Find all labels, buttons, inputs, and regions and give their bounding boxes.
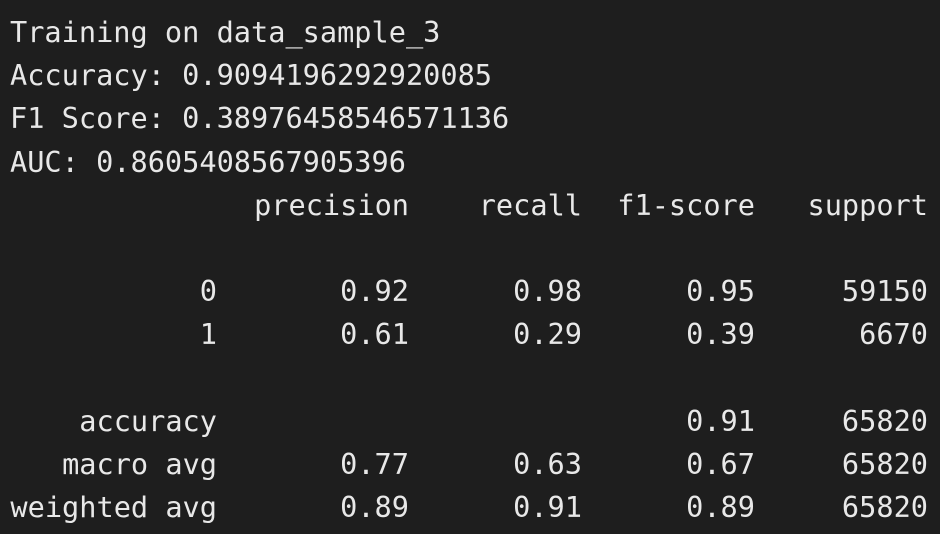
header-precision: precision	[254, 188, 409, 222]
summary-row-weighted-avg: weighted avg 0.89 0.91 0.89 65820	[0, 486, 940, 529]
table-row: 0 0.92 0.98 0.95 59150	[0, 270, 940, 313]
row-support: 65820	[841, 447, 928, 481]
row-f1-score: 0.95	[686, 274, 755, 308]
row-precision: 0.92	[340, 274, 409, 308]
row-support: 59150	[841, 274, 928, 308]
row-f1-score: 0.39	[686, 317, 755, 351]
row-f1-score: 0.89	[686, 490, 755, 524]
row-recall: 0.63	[513, 447, 582, 481]
header-recall: recall	[478, 188, 582, 222]
row-support: 65820	[841, 490, 928, 524]
row-precision: 0.61	[340, 317, 409, 351]
row-support: 65820	[841, 404, 928, 438]
row-support: 6670	[859, 317, 928, 351]
table-row: 1 0.61 0.29 0.39 6670	[0, 313, 940, 356]
accuracy-line: Accuracy: 0.9094196292920085	[10, 58, 493, 92]
f1-score-line: F1 Score: 0.38976458546571136	[10, 101, 510, 135]
row-label: weighted avg	[10, 490, 217, 524]
summary-row-macro-avg: macro avg 0.77 0.63 0.67 65820	[0, 443, 940, 486]
row-f1-score: 0.91	[686, 404, 755, 438]
row-label: 0	[199, 274, 217, 308]
row-precision: 0.77	[340, 447, 409, 481]
row-recall: 0.29	[513, 317, 582, 351]
row-recall: 0.91	[513, 490, 582, 524]
row-label: accuracy	[79, 404, 217, 438]
training-line: Training on data_sample_3	[10, 15, 441, 49]
report-header-row: precision recall f1-score support	[0, 184, 940, 227]
row-precision: 0.89	[340, 490, 409, 524]
row-recall: 0.98	[513, 274, 582, 308]
row-label: macro avg	[62, 447, 217, 481]
row-label: 1	[199, 317, 217, 351]
summary-row-accuracy: accuracy 0.91 65820	[0, 400, 940, 443]
terminal-output: Training on data_sample_3 Accuracy: 0.90…	[0, 0, 940, 534]
auc-line: AUC: 0.8605408567905396	[10, 145, 406, 179]
header-f1-score: f1-score	[617, 188, 755, 222]
row-f1-score: 0.67	[686, 447, 755, 481]
header-support: support	[807, 188, 928, 222]
